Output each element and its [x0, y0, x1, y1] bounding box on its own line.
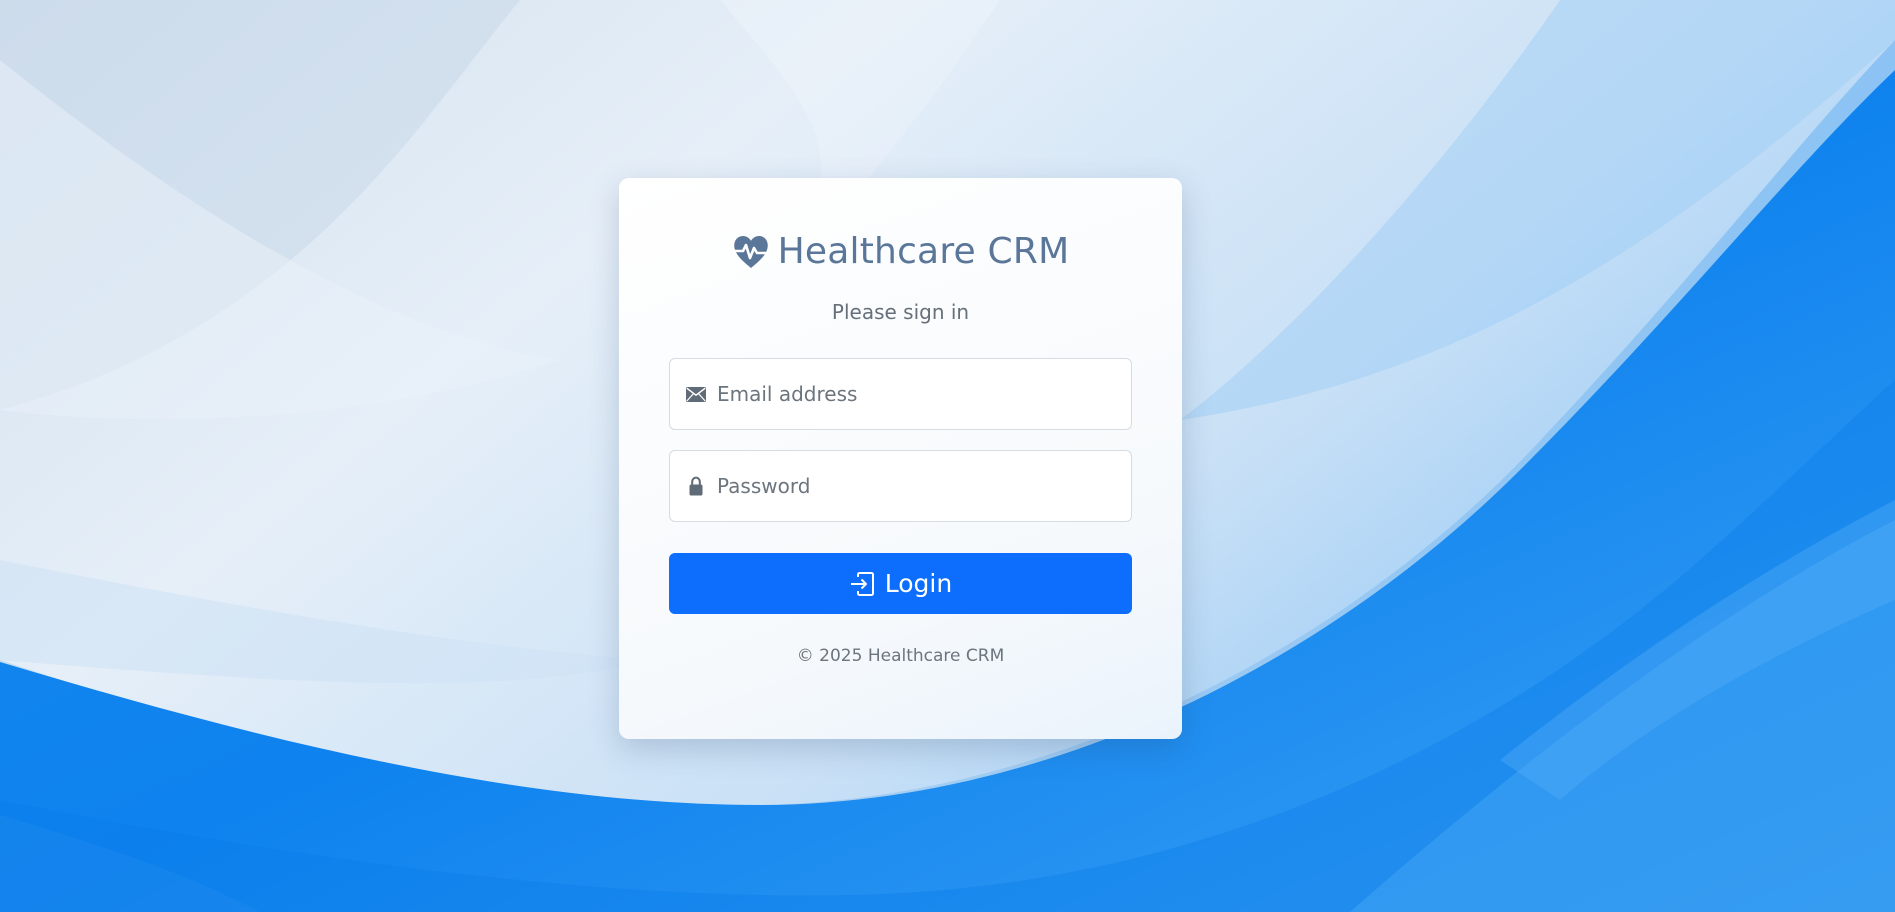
box-arrow-in-right-icon	[850, 571, 874, 596]
envelope-icon	[685, 383, 707, 405]
copyright-footer: © 2025 Healthcare CRM	[796, 646, 1005, 666]
login-button-label: Login	[884, 569, 953, 598]
brand: Healthcare CRM	[619, 232, 1182, 272]
login-card: Healthcare CRM Please sign in Email addr…	[619, 178, 1182, 739]
heart-pulse-icon	[732, 236, 769, 268]
sign-in-prompt: Please sign in	[831, 300, 970, 324]
email-field[interactable]	[669, 358, 1132, 430]
app-title: Healthcare CRM	[777, 231, 1070, 272]
password-field[interactable]	[669, 450, 1132, 522]
password-input[interactable]	[717, 451, 1131, 521]
email-input[interactable]	[717, 359, 1131, 429]
login-button[interactable]: Login	[669, 553, 1132, 614]
lock-icon	[685, 475, 707, 497]
